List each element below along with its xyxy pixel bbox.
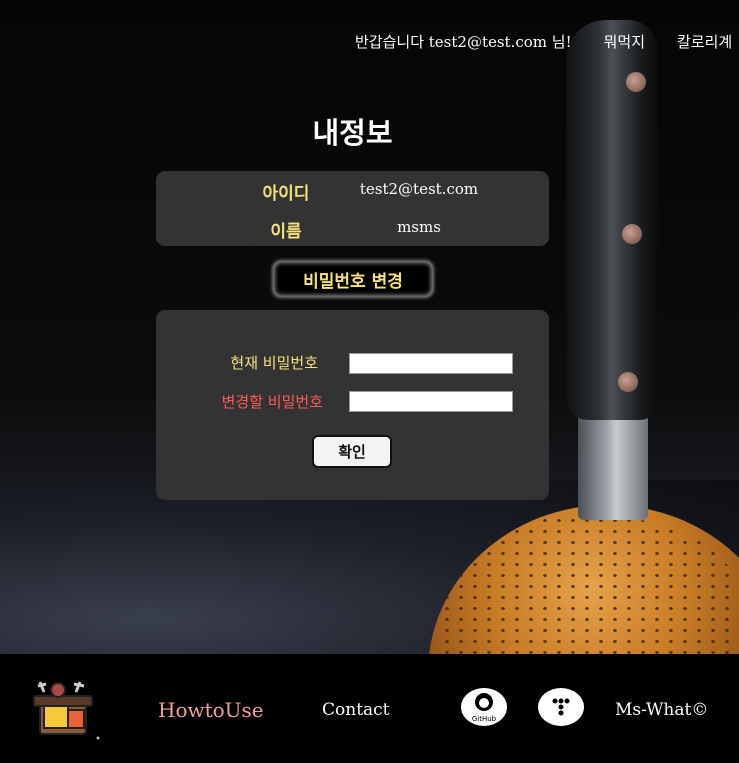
current-password-label: 현재 비밀번호	[230, 354, 318, 372]
page-title: 내정보	[312, 116, 393, 150]
github-text: GitHub	[472, 715, 497, 723]
howto-link[interactable]: HowtoUse	[158, 698, 264, 722]
id-row: 아이디 test2@test.com	[156, 179, 549, 209]
name-label: 이름	[270, 222, 302, 242]
knife-rivet	[622, 224, 642, 244]
nav-link-what-to-eat[interactable]: 뭐먹지	[604, 31, 645, 52]
password-change-form: 현재 비밀번호 변경할 비밀번호 확인	[156, 310, 549, 500]
confirm-button[interactable]: 확인	[312, 435, 392, 468]
contact-link[interactable]: Contact	[322, 700, 390, 720]
change-password-button[interactable]: 비밀번호 변경	[273, 261, 433, 297]
greeting-text: 반갑습니다 test2@test.com 님!	[355, 32, 572, 51]
id-label: 아이디	[262, 184, 310, 204]
tistory-icon[interactable]	[538, 688, 584, 726]
nav-link-calorie[interactable]: 칼로리계	[677, 31, 732, 52]
new-password-input[interactable]	[349, 391, 513, 412]
knife-rivet	[618, 372, 638, 392]
site-logo[interactable]	[30, 678, 104, 744]
github-icon[interactable]: GitHub	[461, 688, 507, 726]
footer: HowtoUse Contact GitHub Ms-What©	[0, 654, 739, 763]
id-value: test2@test.com	[359, 180, 479, 198]
current-password-input[interactable]	[349, 353, 513, 374]
knife-rivet	[626, 72, 646, 92]
name-value: msms	[397, 218, 441, 236]
new-password-label: 변경할 비밀번호	[221, 393, 323, 411]
user-info-card: 아이디 test2@test.com 이름 msms	[156, 171, 549, 246]
name-row: 이름 msms	[156, 217, 549, 247]
copyright-text: Ms-What©	[615, 700, 709, 720]
top-navigation: 반갑습니다 test2@test.com 님! 뭐먹지 칼로리계	[355, 30, 732, 52]
